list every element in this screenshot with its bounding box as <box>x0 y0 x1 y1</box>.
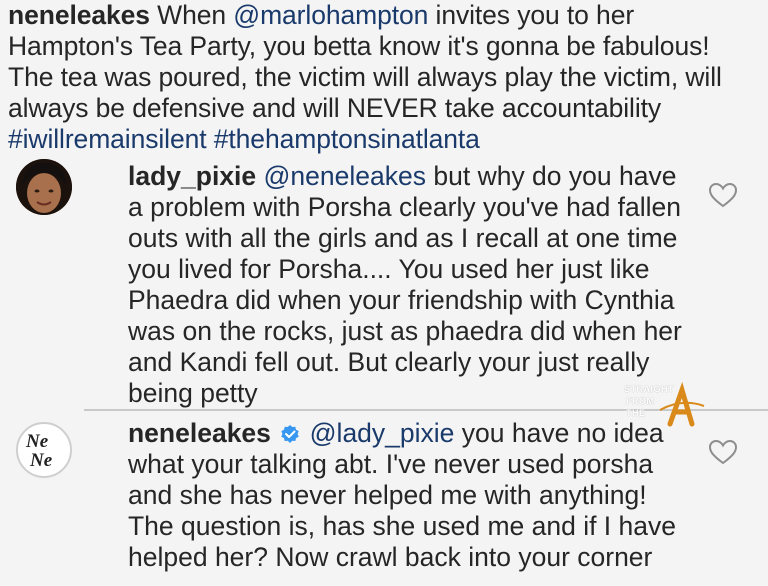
user-avatar-photo <box>16 159 72 215</box>
comment-body: neneleakes @lady_pixie you have no idea … <box>128 418 688 573</box>
caption-text-1: When <box>157 0 234 30</box>
avatar[interactable] <box>16 159 72 215</box>
comment-mention[interactable]: @neneleakes <box>264 161 426 191</box>
caption-username[interactable]: neneleakes <box>8 0 150 30</box>
avatar[interactable]: Ne Ne <box>16 422 72 478</box>
svg-text:Ne: Ne <box>29 450 53 471</box>
comment-username[interactable]: neneleakes <box>128 418 271 448</box>
comment-mention[interactable]: @lady_pixie <box>310 418 455 448</box>
comment-body: lady_pixie @neneleakes but why do you ha… <box>128 161 688 409</box>
instagram-comments-view: neneleakes When @marlohampton invites yo… <box>0 0 768 586</box>
comment-username[interactable]: lady_pixie <box>128 161 256 191</box>
heart-outline-icon[interactable] <box>708 439 738 465</box>
comment-lady-pixie: lady_pixie @neneleakes but why do you ha… <box>0 155 768 409</box>
svg-text:Ne: Ne <box>25 431 49 452</box>
heart-outline-icon[interactable] <box>708 182 738 208</box>
comment-neneleakes: Ne Ne neneleakes @lady_pixie you have no… <box>0 412 768 586</box>
post-caption: neneleakes When @marlohampton invites yo… <box>8 0 760 155</box>
caption-hashtag-2[interactable]: #thehamptonsinatlanta <box>214 124 480 154</box>
nene-logo-avatar: Ne Ne <box>25 431 53 471</box>
caption-mention[interactable]: @marlohampton <box>233 0 428 30</box>
caption-hashtag-1[interactable]: #iwillremainsilent <box>8 124 207 154</box>
verified-badge-icon <box>281 425 299 443</box>
comment-text: but why do you have a problem with Porsh… <box>128 161 682 408</box>
